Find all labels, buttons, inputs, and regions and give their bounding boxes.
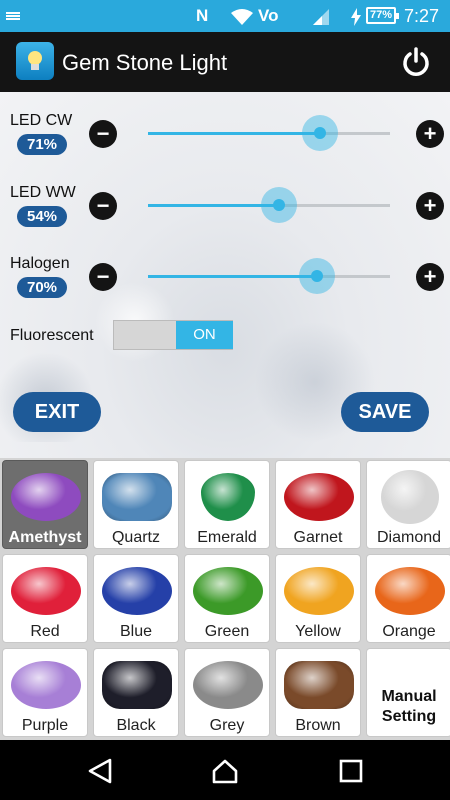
gem-label: Orange	[382, 623, 436, 640]
gem-tile-grey[interactable]: Grey	[184, 648, 270, 737]
gem-tile-quartz[interactable]: Quartz	[93, 460, 179, 549]
slider-thumb[interactable]	[301, 115, 338, 151]
grey-gem-image	[193, 661, 263, 709]
gem-tile-garnet[interactable]: Garnet	[275, 460, 361, 549]
gem-label: Quartz	[111, 529, 160, 546]
fluorescent-label: Fluorescent	[10, 327, 94, 344]
slider-track[interactable]	[148, 258, 390, 294]
gem-label: Green	[204, 623, 250, 640]
decrease-button[interactable]: −	[89, 120, 117, 148]
gem-label: Emerald	[197, 529, 257, 546]
status-bar: N Vo 77% 7:27	[0, 0, 450, 32]
home-icon[interactable]	[211, 758, 239, 784]
slider-label: Halogen	[10, 255, 70, 272]
gem-label: Brown	[295, 717, 341, 734]
black-gem-image	[102, 661, 172, 709]
gem-tile-purple[interactable]: Purple	[2, 648, 88, 737]
fluorescent-toggle[interactable]: ON	[113, 320, 233, 350]
manual-setting-label: Manual Setting	[381, 688, 437, 725]
wifi-icon	[231, 9, 253, 25]
increase-button[interactable]: +	[416, 263, 444, 291]
red-gem-image	[11, 567, 81, 615]
gem-tile-green[interactable]: Green	[184, 554, 270, 643]
green-gem-image	[193, 567, 263, 615]
gem-tile-yellow[interactable]: Yellow	[275, 554, 361, 643]
blue-gem-image	[102, 567, 172, 615]
slider-label: LED WW	[10, 184, 76, 201]
signal-icon	[313, 9, 329, 25]
clock: 7:27	[404, 6, 440, 26]
gem-tile-emerald[interactable]: Emerald	[184, 460, 270, 549]
brown-gem-image	[284, 661, 354, 709]
diamond-gem-image	[381, 470, 439, 524]
gem-label: Garnet	[293, 529, 343, 546]
gem-tile-brown[interactable]: Brown	[275, 648, 361, 737]
exit-button[interactable]: EXIT	[13, 392, 101, 432]
amethyst-gem-image	[11, 473, 81, 521]
battery-indicator: 77%	[366, 7, 399, 24]
slider-track[interactable]	[148, 115, 390, 151]
percent-badge: 54%	[17, 206, 67, 227]
volte-indicator: Vo	[258, 6, 279, 25]
percent-badge: 70%	[17, 277, 67, 298]
notification-menu-icon	[6, 12, 20, 20]
lightbulb-icon	[28, 51, 42, 65]
slider-track[interactable]	[148, 187, 390, 223]
slider-label: LED CW	[10, 112, 73, 129]
gem-tile-red[interactable]: Red	[2, 554, 88, 643]
slider-row-led-cw: LED CW 71% − +	[0, 112, 450, 172]
save-button[interactable]: SAVE	[341, 392, 429, 432]
toggle-state: ON	[176, 321, 233, 349]
gem-label: Amethyst	[8, 529, 82, 546]
increase-button[interactable]: +	[416, 120, 444, 148]
power-icon[interactable]	[400, 46, 432, 78]
app-logo	[16, 42, 54, 80]
slider-row-led-ww: LED WW 54% − +	[0, 184, 450, 244]
decrease-button[interactable]: −	[89, 263, 117, 291]
garnet-gem-image	[284, 473, 354, 521]
app-title: Gem Stone Light	[62, 50, 228, 75]
emerald-gem-image	[201, 473, 255, 521]
gem-label: Red	[30, 623, 60, 640]
gem-tile-blue[interactable]: Blue	[93, 554, 179, 643]
gem-label: Black	[116, 717, 156, 734]
manual-setting-button[interactable]: Manual Setting	[366, 648, 450, 737]
percent-badge: 71%	[17, 134, 67, 155]
slider-thumb[interactable]	[299, 258, 336, 294]
slider-row-halogen: Halogen 70% − +	[0, 255, 450, 315]
charging-icon	[351, 8, 361, 26]
gem-tile-black[interactable]: Black	[93, 648, 179, 737]
control-panel: LED CW 71% − + LED WW 54% − + Halogen 70…	[0, 92, 450, 458]
gem-label: Grey	[209, 717, 245, 734]
gem-label: Blue	[119, 623, 153, 640]
increase-button[interactable]: +	[416, 192, 444, 220]
gem-tile-amethyst[interactable]: Amethyst	[2, 460, 88, 549]
navigation-bar	[0, 740, 450, 800]
app-bar: Gem Stone Light	[0, 32, 450, 92]
gem-grid: Amethyst Quartz Emerald Garnet Diamond Red Blu…	[0, 458, 450, 740]
recents-icon[interactable]	[337, 758, 365, 784]
quartz-gem-image	[102, 473, 172, 521]
nfc-icon: N	[196, 6, 209, 25]
gem-label: Diamond	[376, 529, 442, 546]
orange-gem-image	[375, 567, 445, 615]
back-icon[interactable]	[86, 758, 114, 784]
gem-tile-diamond[interactable]: Diamond	[366, 460, 450, 549]
slider-thumb[interactable]	[260, 187, 297, 223]
yellow-gem-image	[284, 567, 354, 615]
gem-tile-orange[interactable]: Orange	[366, 554, 450, 643]
gem-label: Yellow	[295, 623, 341, 640]
gem-label: Purple	[21, 717, 69, 734]
decrease-button[interactable]: −	[89, 192, 117, 220]
purple-gem-image	[11, 661, 81, 709]
